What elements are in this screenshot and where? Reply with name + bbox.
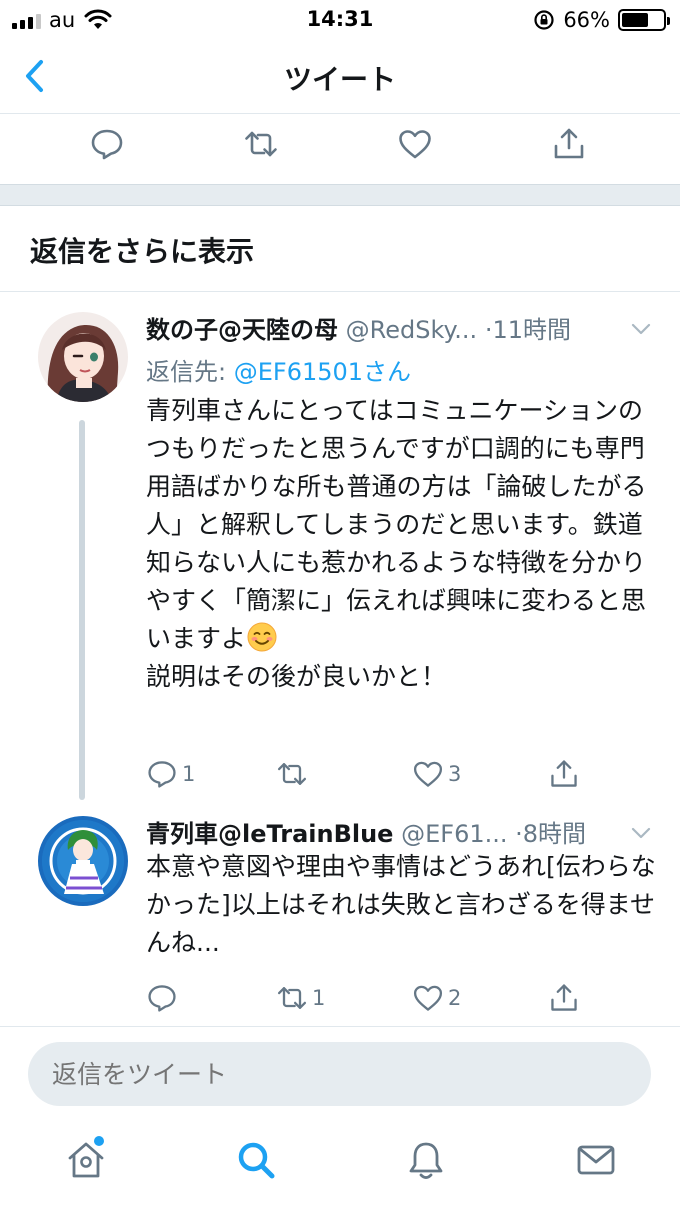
battery-icon: [618, 9, 670, 31]
chevron-down-icon[interactable]: [630, 322, 652, 336]
mail-icon[interactable]: [574, 1138, 618, 1182]
reply-to-prefix: 返信先:: [146, 358, 234, 386]
tweet-text: 青列車さんにとってはコミュニケーションのつもりだったと思うんですが口調的にも専門…: [146, 396, 647, 653]
tweet-header: 青列車@leTrainBlue @EF61... ·8時間: [146, 814, 644, 850]
tweet-header: 数の子@天陸の母 @RedSky... ·11時間: [146, 310, 644, 346]
share-icon: [551, 984, 577, 1011]
reply-tweet-1[interactable]: 数の子@天陸の母 @RedSky... ·11時間 返信先: @EF61501さ…: [0, 292, 680, 804]
nav-header: ツイート: [0, 40, 680, 114]
status-bar: au 14:31 66%: [0, 0, 680, 40]
share-icon[interactable]: [551, 126, 587, 162]
reply-icon: [148, 761, 176, 788]
retweet-icon: [277, 987, 307, 1009]
tweet-actions: 1 3: [146, 756, 626, 796]
reply-icon[interactable]: [89, 126, 125, 162]
display-name[interactable]: 青列車@leTrainBlue: [146, 820, 393, 848]
share-icon: [551, 760, 577, 787]
tweet-body: 青列車さんにとってはコミュニケーションのつもりだったと思うんですが口調的にも専門…: [146, 392, 656, 696]
reply-input[interactable]: [28, 1042, 651, 1106]
share-action[interactable]: [548, 756, 580, 792]
retweet-count: 1: [312, 986, 326, 1010]
tweet-time: ·8時間: [515, 820, 587, 848]
section-separator: [0, 184, 680, 206]
like-heart-icon: [413, 761, 443, 787]
like-action[interactable]: 3: [412, 756, 461, 792]
main-tweet-actions: [0, 114, 680, 184]
retweet-action[interactable]: [276, 756, 312, 792]
reply-bar: [0, 1026, 680, 1126]
tweet-text-tail: 説明はその後が良いかと！: [146, 662, 447, 691]
notification-dot: [94, 1136, 104, 1146]
reply-tweet-2[interactable]: 青列車@leTrainBlue @EF61... ·8時間 本意や意図や理由や事…: [0, 804, 680, 1026]
search-icon[interactable]: [234, 1138, 278, 1182]
reply-action[interactable]: 1: [146, 756, 195, 792]
like-heart-icon[interactable]: [397, 126, 433, 162]
retweet-icon: [277, 763, 307, 785]
rotation-lock-icon: [534, 10, 554, 30]
thread-line: [79, 420, 85, 800]
like-count: 3: [448, 762, 462, 786]
reply-to-line: 返信先: @EF61501さん: [146, 352, 411, 387]
reply-to-mention[interactable]: @EF61501さん: [234, 358, 411, 386]
user-handle[interactable]: @EF61...: [401, 820, 507, 848]
tweet-time: ·11時間: [484, 316, 571, 344]
avatar[interactable]: [38, 312, 128, 402]
like-action[interactable]: 2: [412, 980, 461, 1016]
smiling-face-icon: [247, 622, 277, 652]
share-action[interactable]: [548, 980, 580, 1016]
like-count: 2: [448, 986, 462, 1010]
reply-icon: [148, 985, 176, 1012]
more-replies-label: 返信をさらに表示: [30, 235, 255, 268]
page-title: ツイート: [283, 63, 396, 96]
display-name[interactable]: 数の子@天陸の母: [146, 316, 338, 344]
battery-percent: 66%: [563, 8, 610, 32]
chevron-down-icon[interactable]: [630, 826, 652, 840]
bell-icon[interactable]: [404, 1138, 448, 1182]
tab-bar: [0, 1126, 680, 1209]
reply-count: 1: [182, 762, 196, 786]
user-handle[interactable]: @RedSky...: [346, 316, 478, 344]
tweet-actions: 1 2: [146, 980, 626, 1020]
retweet-action[interactable]: 1: [276, 980, 325, 1016]
avatar[interactable]: [38, 816, 128, 906]
reply-action[interactable]: [146, 980, 182, 1016]
like-heart-icon: [413, 985, 443, 1011]
more-replies-row[interactable]: 返信をさらに表示: [0, 206, 680, 292]
tweet-body: 本意や意図や理由や事情はどうあれ[伝わらなかった]以上はそれは失敗と言わざるを得…: [146, 852, 656, 957]
retweet-icon[interactable]: [243, 126, 279, 162]
